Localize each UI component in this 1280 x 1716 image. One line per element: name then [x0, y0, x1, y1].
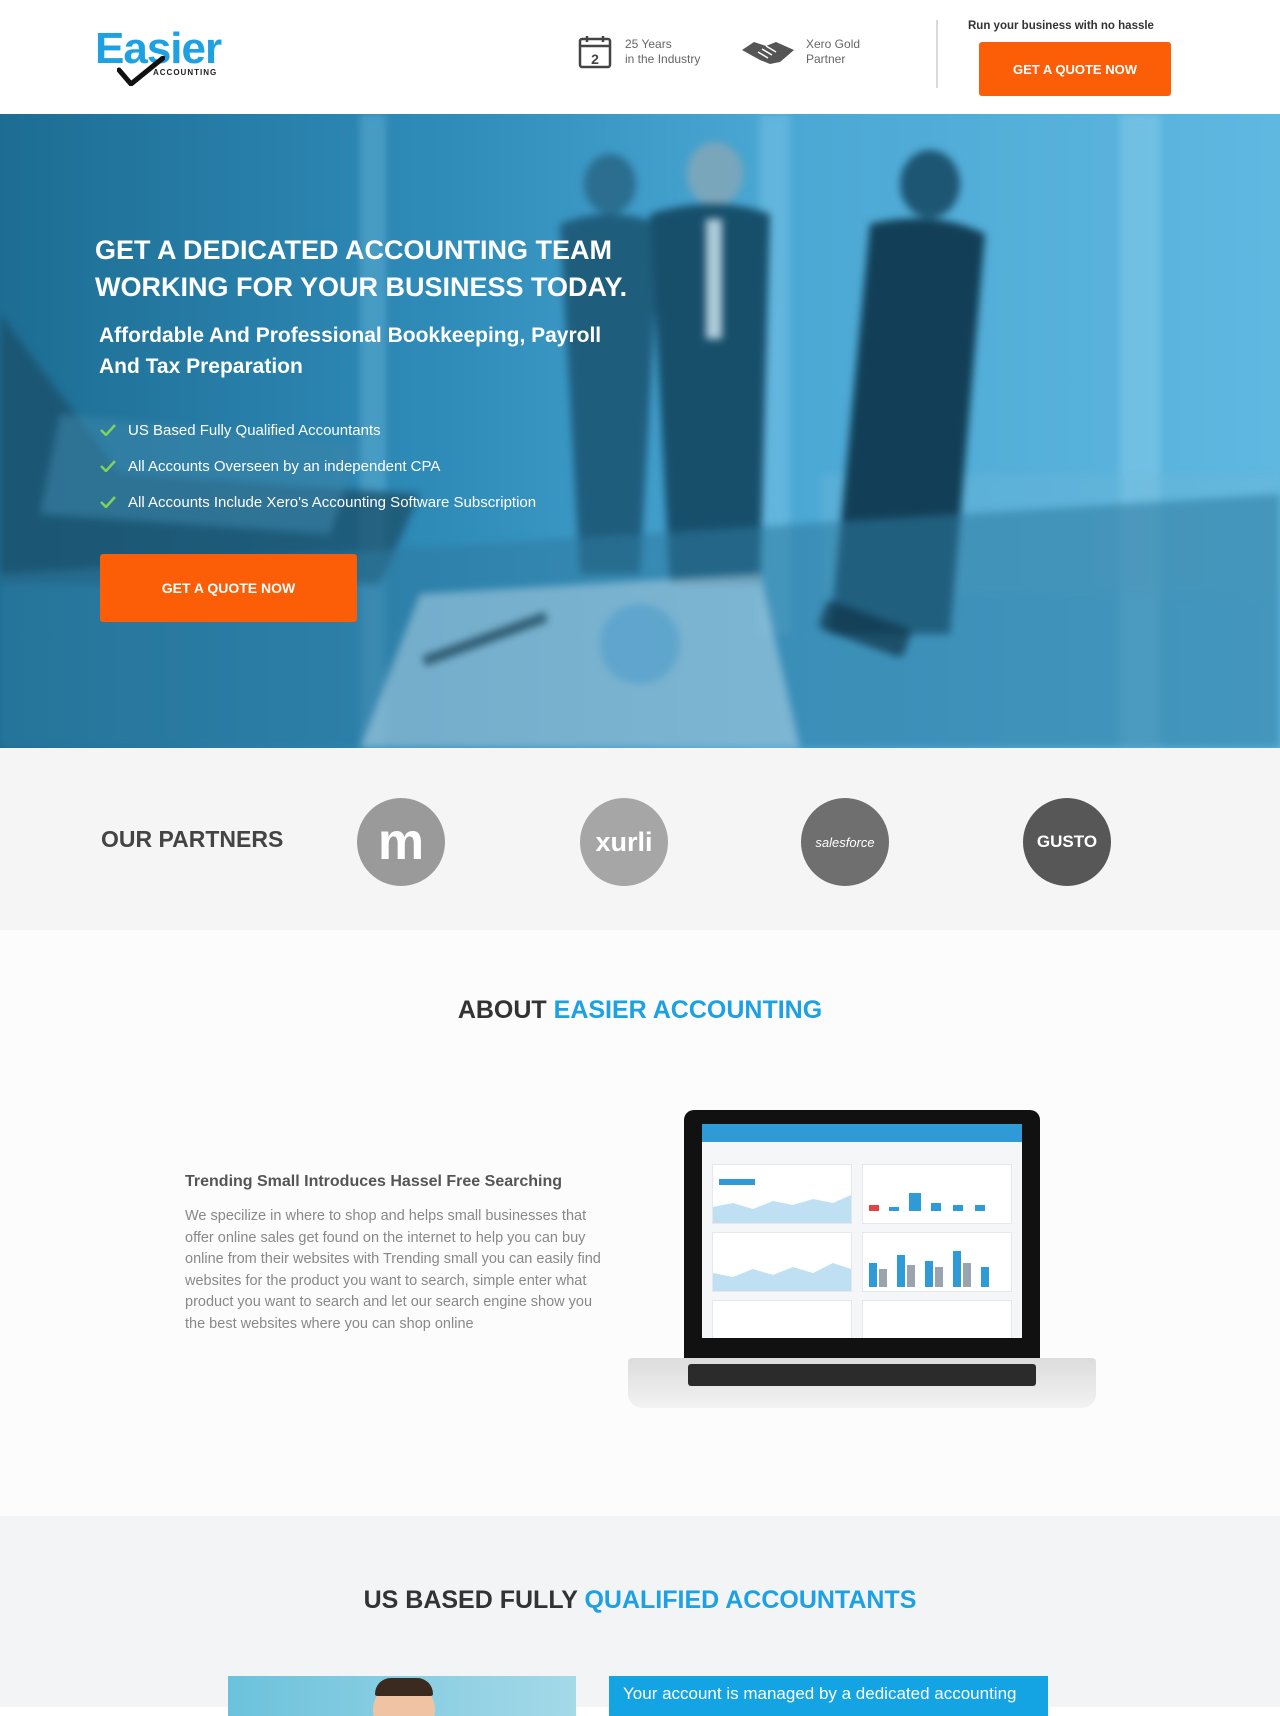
check-icon [100, 496, 116, 508]
accountant-photo [228, 1676, 576, 1716]
dashboard-card [862, 1300, 1012, 1338]
feature-years-line1: 25 Years [625, 37, 672, 51]
site-header: Easier ACCOUNTING 2 25 Years in the Indu… [0, 0, 1280, 114]
hero-subtitle-line2: And Tax Preparation [99, 355, 303, 378]
logo-subtitle: ACCOUNTING [153, 68, 218, 77]
hero-bullet-text: All Accounts Include Xero's Accounting S… [128, 493, 537, 511]
laptop-base [628, 1358, 1096, 1408]
dashboard-card [712, 1232, 852, 1292]
accountants-title-blue: QUALIFIED ACCOUNTANTS [584, 1586, 917, 1614]
feature-xero-line2: Partner [806, 52, 846, 66]
hero-subtitle-line1: Affordable And Professional Bookkeeping,… [99, 324, 602, 347]
check-icon [100, 424, 116, 436]
feature-years: 2 25 Years in the Industry [575, 32, 700, 72]
bar-chart-graphic [869, 1193, 985, 1211]
hero-section: GET A DEDICATED ACCOUNTING TEAM WORKING … [0, 114, 1280, 748]
dashboard-screenshot [702, 1124, 1022, 1338]
svg-text:2: 2 [591, 51, 599, 67]
header-get-quote-button[interactable]: GET A QUOTE NOW [979, 42, 1171, 96]
about-body-text: We specilize in where to shop and helps … [185, 1208, 601, 1332]
hero-get-quote-button[interactable]: GET A QUOTE NOW [100, 554, 357, 622]
accountant-info-text: Your account is managed by a dedicated a… [623, 1684, 1017, 1703]
dashboard-card [712, 1300, 852, 1338]
dashboard-topbar [702, 1124, 1022, 1142]
area-chart-graphic [713, 1179, 851, 1223]
hero-bullet: All Accounts Include Xero's Accounting S… [100, 484, 536, 520]
dashboard-card [862, 1232, 1012, 1292]
feature-years-line2: in the Industry [625, 52, 701, 66]
header-tagline: Run your business with no hassle [968, 20, 1154, 32]
about-title-blue: EASIER ACCOUNTING [553, 996, 823, 1024]
handshake-icon [742, 42, 794, 64]
partner-xurli-logo[interactable]: xurli [580, 798, 668, 886]
about-title-dark: ABOUT [457, 996, 547, 1024]
accountants-title: US BASED FULLY QUALIFIED ACCOUNTANTS [0, 1586, 1280, 1615]
partner-m-logo[interactable]: m [357, 798, 445, 886]
hero-title-line2: WORKING FOR YOUR BUSINESS TODAY. [95, 272, 628, 302]
hero-bullet-text: US Based Fully Qualified Accountants [128, 421, 381, 439]
partners-title: OUR PARTNERS [101, 826, 284, 852]
partner-salesforce-logo[interactable]: salesforce [801, 798, 889, 886]
laptop-image [628, 1110, 1096, 1420]
partners-section: OUR PARTNERS m xurli salesforce GUSTO [0, 748, 1280, 930]
accountant-info-box: Your account is managed by a dedicated a… [609, 1676, 1048, 1716]
hero-subtitle: Affordable And Professional Bookkeeping,… [99, 320, 659, 382]
hero-bullet-text: All Accounts Overseen by an independent … [128, 457, 441, 475]
about-section: ABOUT EASIER ACCOUNTING Trending Small I… [0, 930, 1280, 1516]
check-icon [100, 460, 116, 472]
hero-bullet-list: US Based Fully Qualified Accountants All… [100, 412, 536, 520]
about-title: ABOUT EASIER ACCOUNTING [0, 996, 1280, 1025]
accountant-hair [375, 1678, 433, 1696]
calendar-icon: 2 [578, 36, 612, 69]
feature-xero: Xero Gold Partner [740, 32, 860, 72]
laptop-lid [684, 1110, 1040, 1358]
feature-xero-line1: Xero Gold [806, 37, 861, 51]
about-subtitle: Trending Small Introduces Hassel Free Se… [185, 1173, 563, 1190]
dashboard-card [862, 1164, 1012, 1224]
header-divider [936, 20, 938, 88]
dashboard-card [712, 1164, 852, 1224]
hero-bullet: US Based Fully Qualified Accountants [100, 412, 536, 448]
hero-bullet: All Accounts Overseen by an independent … [100, 448, 536, 484]
logo[interactable]: Easier ACCOUNTING [95, 24, 245, 86]
accountants-title-dark: US BASED FULLY [363, 1586, 578, 1614]
accountants-section: US BASED FULLY QUALIFIED ACCOUNTANTS You… [0, 1516, 1280, 1716]
bar-chart-graphic [869, 1251, 989, 1287]
laptop-keyboard [688, 1364, 1036, 1386]
hero-title-line1: GET A DEDICATED ACCOUNTING TEAM [95, 235, 612, 265]
area-chart-graphic [713, 1263, 851, 1291]
hero-title: GET A DEDICATED ACCOUNTING TEAM WORKING … [95, 232, 715, 306]
partner-gusto-logo[interactable]: GUSTO [1023, 798, 1111, 886]
